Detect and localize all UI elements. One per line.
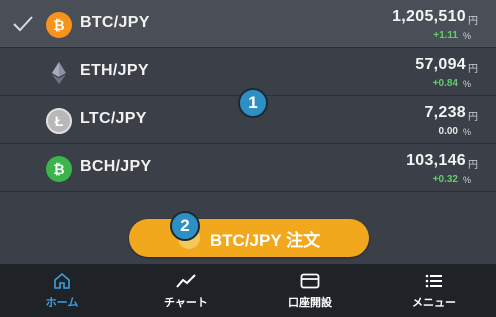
currency-unit: 円 [468,16,478,27]
currency-unit: 円 [468,64,478,75]
price-value: 1,205,510 [392,8,466,25]
nav-label-account: 口座開設 [288,296,332,309]
litecoin-icon: Ł [46,108,72,134]
currency-unit: 円 [468,112,478,123]
change-value: +1.11 [433,30,458,41]
nav-item-menu[interactable]: メニュー [372,264,496,317]
bitcoin-icon: ₿ [46,12,72,38]
market-row-bch[interactable]: ₿ BCH/JPY 103,146 円 +0.32 % [0,144,496,192]
nav-label-menu: メニュー [412,296,456,309]
percent-unit: % [462,175,471,185]
price-value: 103,146 [406,152,466,169]
pair-label: BTC/JPY [80,14,150,31]
currency-unit: 円 [468,160,478,171]
chart-line-icon [176,272,196,290]
check-icon [12,14,34,34]
change-value: +0.84 [432,78,458,89]
pair-label: ETH/JPY [80,62,149,79]
nav-label-home: ホーム [45,296,79,309]
bottom-nav: ホーム チャート 口座開設 メニュー [0,264,496,317]
price-value: 57,094 [415,56,466,73]
percent-unit: % [462,79,471,89]
change-value: +0.32 [432,174,458,185]
bitcoin-cash-icon: ₿ [46,156,72,182]
home-icon [52,272,72,290]
market-row-btc[interactable]: ₿ BTC/JPY 1,205,510 円 +1.11 % [0,0,496,48]
price-value: 7,238 [424,104,466,121]
callout-marker-2: 2 [170,211,200,241]
nav-item-account[interactable]: 口座開設 [248,264,372,317]
pair-label: LTC/JPY [80,110,147,127]
card-icon [300,272,320,290]
pair-label: BCH/JPY [80,158,152,175]
list-icon [424,272,444,290]
order-button[interactable]: BTC/JPY 注文 [129,219,369,257]
percent-unit: % [462,127,471,137]
nav-label-chart: チャート [164,296,208,309]
callout-marker-1: 1 [238,88,268,118]
nav-item-home[interactable]: ホーム [0,264,124,317]
nav-item-chart[interactable]: チャート [124,264,248,317]
ethereum-icon [46,60,72,86]
order-button-label: BTC/JPY 注文 [209,230,321,250]
change-value: 0.00 [438,126,458,137]
percent-unit: % [462,31,471,41]
